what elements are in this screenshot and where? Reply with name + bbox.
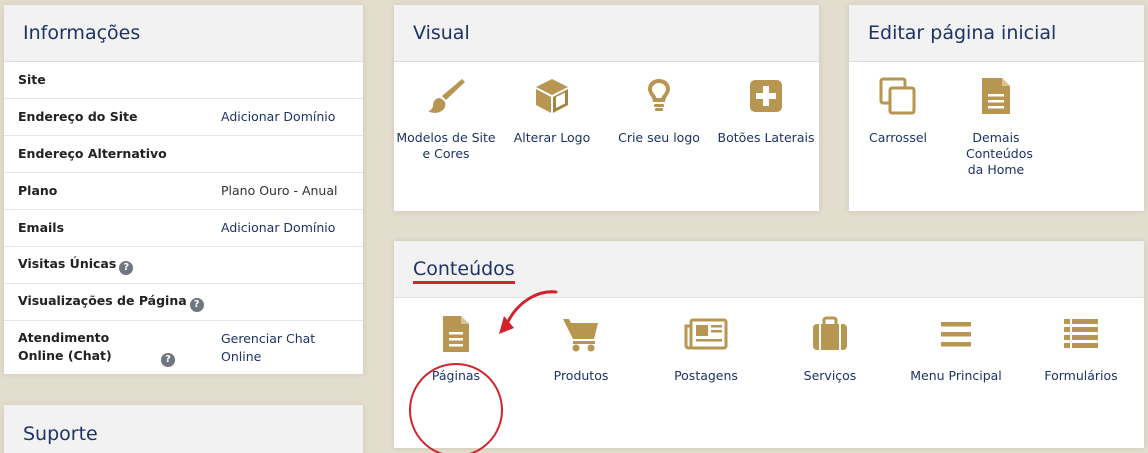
menu-bars-icon [906, 314, 1006, 354]
info-row-site: Site [4, 62, 363, 99]
info-row-page-views: Visualizações de Página? [4, 284, 363, 321]
cube-icon [502, 76, 602, 116]
info-label-text: Atendimento Online (Chat) [18, 330, 112, 363]
info-label: Visualizações de Página? [18, 292, 221, 312]
tile-services[interactable]: Serviços [780, 314, 880, 384]
support-panel-title: Suporte [23, 422, 98, 445]
tile-label: Demais Conteúdos da Home [966, 130, 1033, 177]
info-row-unique-visits: Visitas Únicas? [4, 247, 363, 284]
tile-create-logo[interactable]: Crie seu logo [609, 76, 709, 146]
tile-label: Serviços [803, 368, 857, 383]
visual-panel-title: Visual [413, 22, 470, 44]
tile-change-logo[interactable]: Alterar Logo [502, 76, 602, 146]
tile-label: Crie seu logo [618, 130, 700, 145]
info-row-emails: Emails Adicionar Domínio [4, 210, 363, 247]
copy-icon [848, 76, 948, 116]
plus-square-icon [716, 76, 816, 116]
tile-label: Menu Principal [910, 368, 1002, 383]
edit-home-panel: Editar página inicial Carrossel Demais C… [849, 5, 1144, 211]
info-panel: Informações Site Endereço do Site Adicio… [4, 5, 363, 374]
tile-site-templates[interactable]: Modelos de Site e Cores [396, 76, 496, 162]
edit-home-panel-header: Editar página inicial [849, 5, 1144, 62]
info-label: Endereço do Site [18, 109, 138, 124]
tile-carousel[interactable]: Carrossel [848, 76, 948, 146]
info-label: Site [18, 72, 46, 87]
info-label: Emails [18, 220, 65, 235]
tile-side-buttons[interactable]: Botões Laterais [716, 76, 816, 146]
edit-home-panel-title: Editar página inicial [868, 22, 1057, 44]
tile-label: Postagens [674, 368, 738, 383]
tile-forms[interactable]: Formulários [1031, 314, 1131, 384]
info-label: Plano [18, 183, 58, 198]
visual-tiles: Modelos de Site e Cores Alterar Logo Cri… [394, 62, 819, 210]
info-label: Visitas Únicas? [18, 255, 221, 275]
content-panel-title-text: Conteúdos [413, 258, 515, 280]
content-tiles: Páginas Produtos Postagens Serviços Menu… [394, 290, 1144, 453]
info-row-plan: Plano Plano Ouro - Anual [4, 173, 363, 210]
tile-label: Botões Laterais [717, 130, 815, 145]
info-panel-title: Informações [23, 22, 141, 44]
add-domain-emails-link[interactable]: Adicionar Domínio [221, 219, 335, 237]
info-label: Endereço Alternativo [18, 146, 167, 161]
tile-label: Formulários [1044, 368, 1118, 383]
info-row-site-address: Endereço do Site Adicionar Domínio [4, 99, 363, 136]
manage-chat-link[interactable]: Gerenciar Chat Online [221, 330, 331, 366]
tile-main-menu[interactable]: Menu Principal [906, 314, 1006, 384]
tile-products[interactable]: Produtos [531, 314, 631, 384]
add-domain-link[interactable]: Adicionar Domínio [221, 108, 335, 126]
visual-panel-header: Visual [394, 5, 819, 62]
edit-home-tiles: Carrossel Demais Conteúdos da Home [849, 62, 1144, 210]
tile-label: Produtos [553, 368, 609, 383]
content-panel-title: Conteúdos [413, 258, 515, 284]
content-panel: Conteúdos Páginas Produtos Postagens Ser… [394, 241, 1144, 453]
visual-panel: Visual Modelos de Site e Cores Alterar L… [394, 5, 819, 211]
tile-label: Carrossel [868, 130, 927, 145]
lightbulb-icon [609, 76, 709, 116]
document-icon [946, 76, 1046, 116]
paintbrush-icon [396, 76, 496, 116]
tile-label: Modelos de Site e Cores [396, 130, 496, 161]
briefcase-icon [780, 314, 880, 354]
highlight-underline [413, 281, 515, 284]
help-icon[interactable]: ? [119, 261, 134, 275]
support-panel-header: Suporte [4, 405, 363, 453]
info-label-text: Visualizações de Página [18, 293, 187, 308]
newspaper-icon [656, 314, 756, 354]
support-panel: Suporte [4, 405, 363, 453]
info-panel-header: Informações [4, 5, 363, 62]
tile-other-home-content[interactable]: Demais Conteúdos da Home [946, 76, 1046, 178]
document-icon [406, 314, 506, 354]
info-row-alt-address: Endereço Alternativo [4, 136, 363, 173]
info-label: Atendimento Online (Chat)? [18, 329, 221, 367]
shopping-cart-icon [531, 314, 631, 354]
help-icon[interactable]: ? [189, 298, 204, 312]
list-icon [1031, 314, 1131, 354]
tile-posts[interactable]: Postagens [656, 314, 756, 384]
tile-label: Páginas [431, 368, 481, 383]
plan-value: Plano Ouro - Anual [221, 183, 338, 198]
info-label-text: Visitas Únicas [18, 256, 117, 271]
info-row-chat: Atendimento Online (Chat)? Gerenciar Cha… [4, 321, 363, 375]
tile-label: Alterar Logo [513, 130, 591, 145]
help-icon[interactable]: ? [161, 353, 175, 367]
tile-pages[interactable]: Páginas [406, 314, 506, 384]
